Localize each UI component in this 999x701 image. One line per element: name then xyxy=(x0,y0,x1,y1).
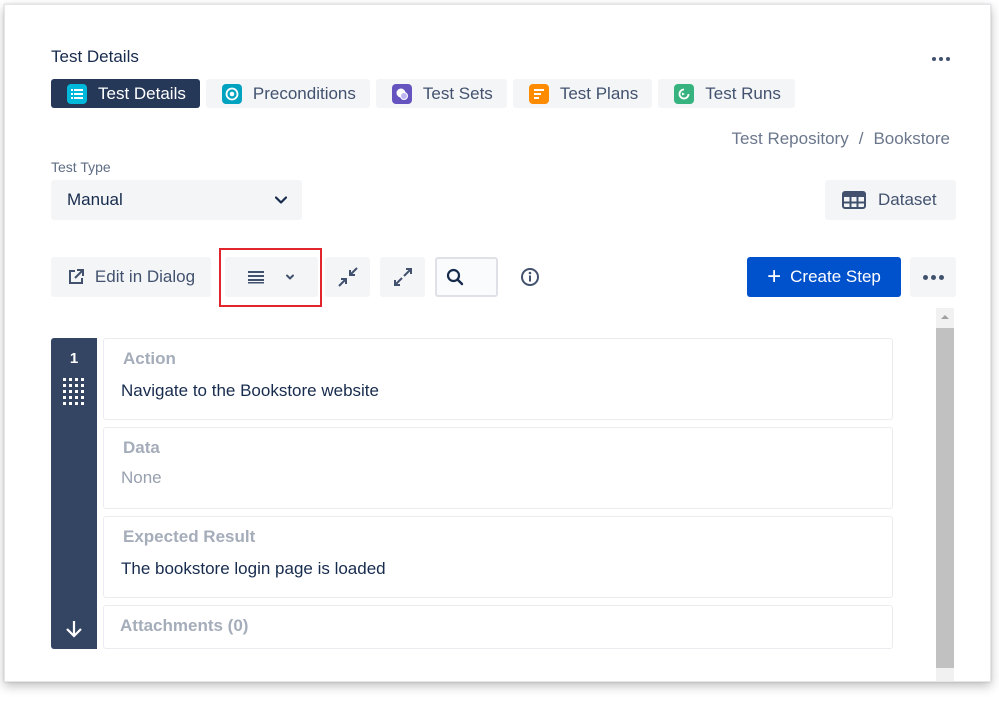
scroll-up-icon[interactable] xyxy=(936,308,954,325)
drag-handle-icon[interactable] xyxy=(63,378,85,406)
expected-result-value: The bookstore login page is loaded xyxy=(121,559,386,578)
test-type-select[interactable]: Manual xyxy=(51,180,302,220)
test-set-icon xyxy=(391,83,412,104)
step-sidebar: 1 xyxy=(51,338,97,649)
panel-title: Test Details xyxy=(51,47,139,66)
chevron-down-icon xyxy=(274,196,288,204)
dataset-label: Dataset xyxy=(878,190,937,209)
test-run-icon xyxy=(674,83,695,104)
lines-icon xyxy=(247,271,264,284)
breadcrumb-test-repository[interactable]: Test Repository xyxy=(732,129,849,149)
expand-icon xyxy=(393,268,412,286)
attachments-label: Attachments (0) xyxy=(120,616,249,635)
expected-result-label: Expected Result xyxy=(123,527,256,546)
step-action-field[interactable]: Action Navigate to the Bookstore website xyxy=(103,338,893,420)
view-mode-dropdown[interactable] xyxy=(225,257,318,297)
breadcrumb-separator: / xyxy=(858,129,864,148)
step-data-field[interactable]: Data None xyxy=(103,427,893,509)
more-actions-button[interactable] xyxy=(910,257,956,297)
info-icon[interactable] xyxy=(520,267,540,287)
tab-label: Preconditions xyxy=(252,83,356,103)
tab-label: Test Details xyxy=(98,83,186,103)
test-type-label: Test Type xyxy=(51,159,111,175)
data-value: None xyxy=(121,468,162,487)
breadcrumb: Test Repository / Bookstore xyxy=(732,129,950,149)
precondition-icon xyxy=(221,83,242,104)
search-input[interactable] xyxy=(435,257,498,297)
arrow-down-icon[interactable] xyxy=(63,618,85,640)
create-step-label: Create Step xyxy=(790,267,881,286)
edit-in-dialog-label: Edit in Dialog xyxy=(94,267,196,286)
chevron-down-icon xyxy=(285,274,294,280)
list-icon xyxy=(67,83,87,104)
tab-label: Test Sets xyxy=(422,83,493,103)
tab-test-sets[interactable]: Test Sets xyxy=(375,79,507,108)
vertical-scrollbar[interactable] xyxy=(936,308,954,681)
data-label: Data xyxy=(123,438,160,457)
tab-label: Test Plans xyxy=(559,83,639,103)
collapse-button[interactable] xyxy=(325,257,370,297)
dataset-button[interactable]: Dataset xyxy=(825,180,956,220)
tab-label: Test Runs xyxy=(705,83,781,103)
search-icon xyxy=(446,268,464,286)
step-number: 1 xyxy=(69,350,79,367)
table-icon xyxy=(842,191,866,209)
breadcrumb-bookstore[interactable]: Bookstore xyxy=(873,129,950,149)
step-expected-result-field[interactable]: Expected Result The bookstore login page… xyxy=(103,516,893,598)
step-attachments-field[interactable]: Attachments (0) xyxy=(103,605,893,649)
scrollbar-thumb[interactable] xyxy=(936,328,954,668)
test-details-panel: Test Details Test Details Preconditions … xyxy=(4,4,991,682)
plus-icon: + xyxy=(767,263,782,290)
expand-button[interactable] xyxy=(380,257,425,297)
edit-in-dialog-button[interactable]: Edit in Dialog xyxy=(51,257,211,297)
tab-bar: Test Details Preconditions Test Sets Tes… xyxy=(51,79,795,108)
tab-test-plans[interactable]: Test Plans xyxy=(512,79,653,108)
tab-preconditions[interactable]: Preconditions xyxy=(205,79,370,108)
action-label: Action xyxy=(123,349,176,368)
action-value: Navigate to the Bookstore website xyxy=(121,381,379,400)
tab-test-details[interactable]: Test Details xyxy=(51,79,200,108)
test-plan-icon xyxy=(528,83,549,104)
test-type-value: Manual xyxy=(67,190,123,209)
more-options-icon[interactable] xyxy=(929,51,953,67)
tab-test-runs[interactable]: Test Runs xyxy=(658,79,795,108)
external-link-icon xyxy=(68,269,84,284)
collapse-icon xyxy=(337,267,358,287)
create-step-button[interactable]: + Create Step xyxy=(747,257,901,297)
